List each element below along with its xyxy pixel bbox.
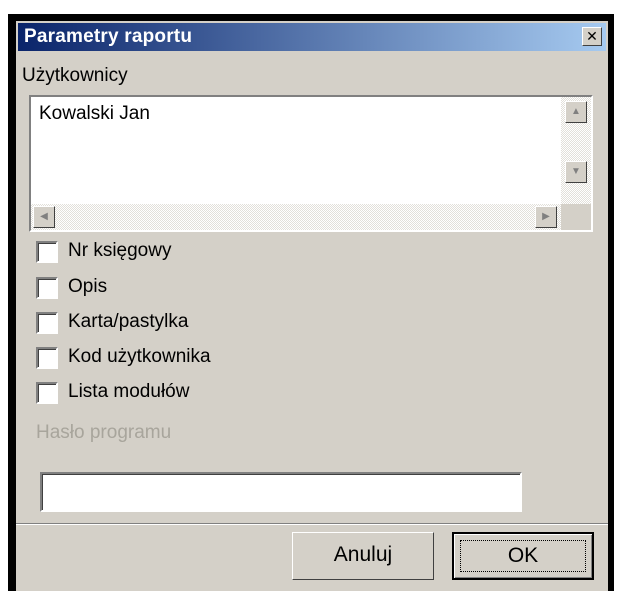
scroll-right-button[interactable]: ▶ xyxy=(535,206,557,228)
button-separator xyxy=(16,523,608,525)
arrow-down-icon: ▼ xyxy=(571,166,581,177)
users-listbox[interactable]: Kowalski Jan ▲ ▼ ◀ ▶ xyxy=(29,95,593,232)
password-label: Hasło programu xyxy=(36,422,172,443)
scroll-up-button[interactable]: ▲ xyxy=(565,101,587,123)
arrow-right-icon: ▶ xyxy=(542,211,550,222)
window-title: Parametry raportu xyxy=(24,26,193,47)
arrow-up-icon: ▲ xyxy=(571,106,581,117)
users-label: Użytkownicy xyxy=(22,65,128,86)
checkbox-label: Lista modułów xyxy=(68,381,190,402)
checkbox-label: Karta/pastylka xyxy=(68,311,189,332)
checkbox-label: Nr księgowy xyxy=(68,240,172,261)
focus-rectangle xyxy=(460,540,586,572)
scroll-left-button[interactable]: ◀ xyxy=(33,206,55,228)
cancel-button-label: Anuluj xyxy=(333,543,393,566)
cancel-button[interactable]: Anuluj xyxy=(292,532,434,580)
ok-button[interactable]: OK xyxy=(452,532,594,580)
password-field[interactable] xyxy=(40,472,522,512)
report-parameters-dialog: Parametry raportu ✕ Użytkownicy Kowalski… xyxy=(16,21,608,591)
title-bar[interactable]: Parametry raportu ✕ xyxy=(18,23,606,51)
checkbox-box[interactable] xyxy=(36,277,58,299)
close-button[interactable]: ✕ xyxy=(582,27,602,46)
close-icon: ✕ xyxy=(586,28,598,44)
scrollbar-corner xyxy=(561,204,591,230)
scroll-down-button[interactable]: ▼ xyxy=(565,161,587,183)
checkbox-box[interactable] xyxy=(36,347,58,369)
checkbox-box[interactable] xyxy=(36,241,58,263)
list-item[interactable]: Kowalski Jan xyxy=(39,103,150,125)
checkbox-box[interactable] xyxy=(36,312,58,334)
checkbox-label: Opis xyxy=(68,276,108,297)
vertical-scrollbar[interactable]: ▲ ▼ xyxy=(561,97,591,207)
horizontal-scrollbar[interactable]: ◀ ▶ xyxy=(31,204,561,230)
checkbox-label: Kod użytkownika xyxy=(68,346,211,367)
arrow-left-icon: ◀ xyxy=(40,211,48,222)
checkbox-box[interactable] xyxy=(36,382,58,404)
